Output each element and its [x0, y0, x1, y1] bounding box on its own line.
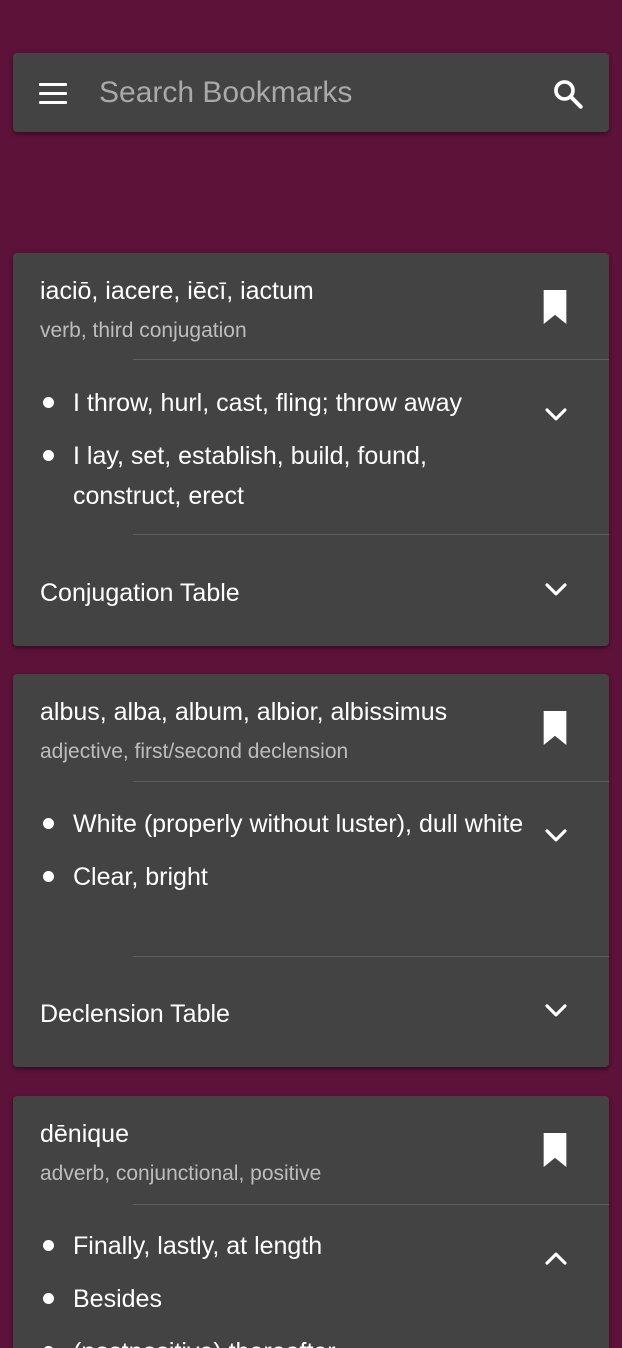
part-of-speech: adjective, first/second declension — [40, 740, 349, 763]
chevron-down-icon[interactable] — [543, 406, 569, 424]
search-input[interactable] — [99, 71, 529, 115]
chevron-down-icon[interactable] — [543, 827, 569, 845]
declension-table-toggle[interactable]: Declension Table — [13, 957, 609, 1067]
headword: iaciō, iacere, iēcī, iactum — [40, 277, 314, 305]
definition-item: (postpositive) thereafter — [13, 1332, 533, 1348]
definition-item: Finally, lastly, at length — [13, 1226, 533, 1266]
part-of-speech: verb, third conjugation — [40, 319, 247, 342]
definition-list: I throw, hurl, cast, fling; throw away I… — [13, 383, 533, 516]
definition-item: Clear, bright — [13, 857, 533, 897]
headword: albus, alba, album, albior, albissimus — [40, 698, 448, 726]
bookmark-icon[interactable] — [541, 1133, 569, 1167]
definition-list: White (properly without luster), dull wh… — [13, 804, 533, 897]
search-bar — [13, 53, 609, 132]
divider — [133, 781, 609, 782]
menu-icon[interactable] — [37, 79, 71, 107]
definition-item: Besides — [13, 1279, 533, 1319]
definition-item: I throw, hurl, cast, fling; throw away — [13, 383, 533, 423]
word-card: dēnique adverb, conjunctional, positive … — [13, 1096, 609, 1348]
word-card: iaciō, iacere, iēcī, iactum verb, third … — [13, 253, 609, 646]
word-card: albus, alba, album, albior, albissimus a… — [13, 674, 609, 1067]
divider — [133, 359, 609, 360]
chevron-up-icon[interactable] — [543, 1249, 569, 1267]
definition-list: Finally, lastly, at length Besides (post… — [13, 1226, 533, 1348]
conjugation-table-toggle[interactable]: Conjugation Table — [13, 535, 609, 645]
bookmark-icon[interactable] — [541, 290, 569, 324]
chevron-down-icon[interactable] — [543, 1002, 569, 1020]
part-of-speech: adverb, conjunctional, positive — [40, 1162, 322, 1185]
table-label: Declension Table — [40, 1000, 230, 1028]
chevron-down-icon[interactable] — [543, 581, 569, 599]
table-label: Conjugation Table — [40, 579, 240, 607]
bookmark-icon[interactable] — [541, 711, 569, 745]
bookmarks-page: iaciō, iacere, iēcī, iactum verb, third … — [0, 0, 622, 1348]
headword: dēnique — [40, 1120, 129, 1148]
definition-item: White (properly without luster), dull wh… — [13, 804, 533, 844]
divider — [133, 1204, 609, 1205]
definition-item: I lay, set, establish, build, found, con… — [13, 436, 533, 516]
search-icon[interactable] — [551, 77, 585, 111]
